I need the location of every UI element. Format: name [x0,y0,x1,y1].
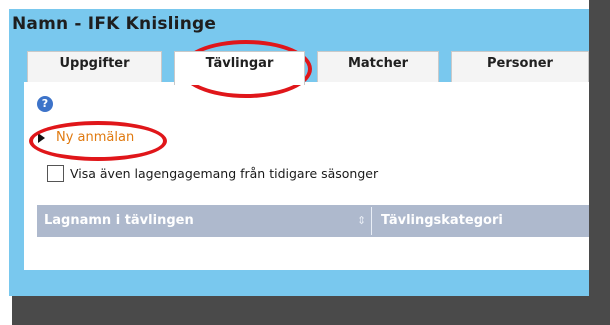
help-icon[interactable]: ? [37,96,53,112]
tab-personer[interactable]: Personer [451,51,589,83]
column-header-team-name[interactable]: Lagnamn i tävlingen [44,205,194,237]
tab-uppgifter[interactable]: Uppgifter [27,51,162,83]
sort-icon[interactable]: ⇕ [357,205,366,237]
shadow-right [589,0,610,325]
triangle-bullet-icon [38,133,45,143]
tab-matcher[interactable]: Matcher [317,51,439,83]
new-registration-link[interactable]: Ny anmälan [56,130,134,145]
show-previous-checkbox[interactable] [47,165,64,182]
column-divider [371,207,372,235]
window-title: Namn - IFK Knislinge [12,14,217,34]
grid-header: Lagnamn i tävlingen ⇕ Tävlingskategori [37,205,589,237]
shadow-edge [0,296,12,325]
screenshot: Namn - IFK Knislinge Uppgifter Tävlingar… [0,0,610,325]
show-previous-label: Visa även lagengagemang från tidigare sä… [70,166,379,181]
shadow-bottom [0,296,610,325]
column-header-competition-category[interactable]: Tävlingskategori [381,205,503,237]
tab-tavlingar[interactable]: Tävlingar [174,51,305,85]
